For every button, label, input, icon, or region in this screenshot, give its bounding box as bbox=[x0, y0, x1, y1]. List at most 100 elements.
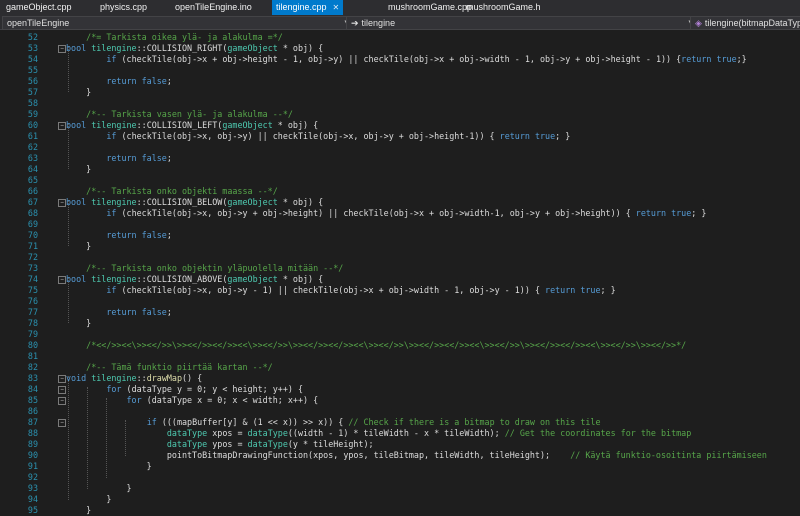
code-line[interactable]: 55 bbox=[0, 65, 800, 76]
line-number: 66 bbox=[27, 186, 38, 196]
tab-label: mushroomGame.h bbox=[466, 2, 541, 12]
code-text: /*-- Tarkista vasen ylä- ja alakulma --*… bbox=[66, 109, 293, 119]
line-number: 75 bbox=[27, 285, 38, 295]
code-line[interactable]: 58 bbox=[0, 98, 800, 109]
code-line[interactable]: 73 /*-- Tarkista onko objektin yläpuolel… bbox=[0, 263, 800, 274]
tab-tilengine-cpp[interactable]: tilengine.cpp ✕ bbox=[272, 0, 344, 15]
collapse-icon[interactable]: − bbox=[58, 419, 66, 427]
code-text: bool tilengine::COLLISION_ABOVE(gameObje… bbox=[66, 274, 324, 284]
code-line[interactable]: 80 /*<</>><<\>><</>>\>><</>><</>><<\>><<… bbox=[0, 340, 800, 351]
line-number: 55 bbox=[27, 65, 38, 75]
code-line[interactable]: 85 − for (dataType x = 0; x < width; x++)… bbox=[0, 395, 800, 406]
code-line[interactable]: 90 pointToBitmapDrawingFunction(xpos, yp… bbox=[0, 450, 800, 461]
line-number: 56 bbox=[27, 76, 38, 86]
code-text: dataType xpos = dataType((width - 1) * t… bbox=[166, 428, 692, 438]
tab-physics-cpp[interactable]: physics.cpp bbox=[96, 0, 151, 15]
code-line[interactable]: 62 bbox=[0, 142, 800, 153]
line-number: 70 bbox=[27, 230, 38, 240]
code-line[interactable]: 88 dataType xpos = dataType((width - 1) … bbox=[0, 428, 800, 439]
navigation-bar: openTileEngine ▾ ➔tilengine ▾ ◈tilengine… bbox=[0, 15, 800, 30]
line-number: 89 bbox=[27, 439, 38, 449]
code-text: /*<</>><<\>><</>>\>><</>><</>><<\>><</>>… bbox=[66, 340, 687, 350]
tab-mushroomgame-h[interactable]: mushroomGame.h bbox=[462, 0, 545, 15]
code-line[interactable]: 54 if (checkTile(obj->x + obj->height - … bbox=[0, 54, 800, 65]
code-line[interactable]: 70 return false; bbox=[0, 230, 800, 241]
code-line[interactable]: 71 } bbox=[0, 241, 800, 252]
code-line[interactable]: 77 return false; bbox=[0, 307, 800, 318]
code-line[interactable]: 69 bbox=[0, 219, 800, 230]
line-number: 72 bbox=[27, 252, 38, 262]
code-line[interactable]: 63 return false; bbox=[0, 153, 800, 164]
line-number: 80 bbox=[27, 340, 38, 350]
code-editor[interactable]: 52 /*= Tarkista oikea ylä- ja alakulma =… bbox=[0, 30, 800, 515]
code-line[interactable]: 72 bbox=[0, 252, 800, 263]
code-line[interactable]: 87 − if (((mapBuffer[y] & (1 << x)) >> x)… bbox=[0, 417, 800, 428]
line-number: 81 bbox=[27, 351, 38, 361]
code-line[interactable]: 64 } bbox=[0, 164, 800, 175]
collapse-icon[interactable]: − bbox=[58, 45, 66, 53]
code-text: dataType ypos = dataType(y * tileHeight)… bbox=[166, 439, 374, 449]
line-number: 90 bbox=[27, 450, 38, 460]
member-label: tilengine(bitmapDataType bbox=[704, 18, 800, 28]
code-line[interactable]: 93 } bbox=[0, 483, 800, 494]
scope-label: tilengine bbox=[361, 18, 396, 28]
code-line[interactable]: 79 bbox=[0, 329, 800, 340]
line-number: 52 bbox=[27, 32, 38, 42]
line-number: 53 bbox=[27, 43, 38, 53]
code-text: return false; bbox=[106, 307, 172, 317]
line-number: 83 bbox=[27, 373, 38, 383]
line-number: 59 bbox=[27, 109, 38, 119]
collapse-icon[interactable]: − bbox=[58, 386, 66, 394]
code-line[interactable]: 95 } bbox=[0, 505, 800, 516]
code-line[interactable]: 68 if (checkTile(obj->x, obj->y + obj->h… bbox=[0, 208, 800, 219]
line-number: 84 bbox=[27, 384, 38, 394]
collapse-icon[interactable]: − bbox=[58, 375, 66, 383]
line-number: 74 bbox=[27, 274, 38, 284]
code-line[interactable]: 94 } bbox=[0, 494, 800, 505]
collapse-icon[interactable]: − bbox=[58, 122, 66, 130]
code-line[interactable]: 82 /*-- Tämä funktio piirtää kartan --*/ bbox=[0, 362, 800, 373]
code-line[interactable]: 76 bbox=[0, 296, 800, 307]
collapse-icon[interactable]: − bbox=[58, 397, 66, 405]
code-line[interactable]: 84 − for (dataType y = 0; y < height; y++… bbox=[0, 384, 800, 395]
scope-dropdown[interactable]: ➔tilengine ▾ bbox=[346, 16, 696, 30]
code-text: /*-- Tämä funktio piirtää kartan --*/ bbox=[66, 362, 273, 372]
code-line[interactable]: 91 } bbox=[0, 461, 800, 472]
line-number: 60 bbox=[27, 120, 38, 130]
collapse-icon[interactable]: − bbox=[58, 199, 66, 207]
code-line[interactable]: 57 } bbox=[0, 87, 800, 98]
code-line[interactable]: 92 bbox=[0, 472, 800, 483]
code-line[interactable]: 61 if (checkTile(obj->x, obj->y) || chec… bbox=[0, 131, 800, 142]
code-text: bool tilengine::COLLISION_RIGHT(gameObje… bbox=[66, 43, 324, 53]
member-dropdown[interactable]: ◈ tilengine(bitmapDataType bbox=[690, 16, 800, 30]
code-line[interactable]: 65 bbox=[0, 175, 800, 186]
code-line[interactable]: 86 bbox=[0, 406, 800, 417]
code-line[interactable]: 59 /*-- Tarkista vasen ylä- ja alakulma … bbox=[0, 109, 800, 120]
code-line[interactable]: 53 − bool tilengine::COLLISION_RIGHT(gameO… bbox=[0, 43, 800, 54]
code-line[interactable]: 83 − void tilengine::drawMap() { bbox=[0, 373, 800, 384]
code-line[interactable]: 75 if (checkTile(obj->x, obj->y - 1) || … bbox=[0, 285, 800, 296]
code-line[interactable]: 78 } bbox=[0, 318, 800, 329]
code-line[interactable]: 89 dataType ypos = dataType(y * tileHeig… bbox=[0, 439, 800, 450]
code-line[interactable]: 66 /*-- Tarkista onko objekti maassa --*… bbox=[0, 186, 800, 197]
code-line[interactable]: 81 bbox=[0, 351, 800, 362]
code-text: bool tilengine::COLLISION_BELOW(gameObje… bbox=[66, 197, 324, 207]
tab-opentileengine-ino[interactable]: openTileEngine.ino bbox=[171, 0, 256, 15]
tab-label: physics.cpp bbox=[100, 2, 148, 12]
tab-gameobject-cpp[interactable]: gameObject.cpp bbox=[2, 0, 76, 15]
line-number: 64 bbox=[27, 164, 38, 174]
code-line[interactable]: 67 − bool tilengine::COLLISION_BELOW(gameO… bbox=[0, 197, 800, 208]
code-line[interactable]: 56 return false; bbox=[0, 76, 800, 87]
collapse-icon[interactable]: − bbox=[58, 276, 66, 284]
line-number: 54 bbox=[27, 54, 38, 64]
code-line[interactable]: 74 − bool tilengine::COLLISION_ABOVE(gameO… bbox=[0, 274, 800, 285]
project-dropdown[interactable]: openTileEngine ▾ bbox=[2, 16, 352, 30]
line-number: 61 bbox=[27, 131, 38, 141]
code-text: } bbox=[66, 241, 92, 251]
code-line[interactable]: 52 /*= Tarkista oikea ylä- ja alakulma =… bbox=[0, 32, 800, 43]
code-text: } bbox=[66, 494, 112, 504]
line-number: 82 bbox=[27, 362, 38, 372]
code-text: } bbox=[66, 164, 92, 174]
close-icon[interactable]: ✕ bbox=[333, 3, 340, 12]
code-line[interactable]: 60 − bool tilengine::COLLISION_LEFT(gameOb… bbox=[0, 120, 800, 131]
